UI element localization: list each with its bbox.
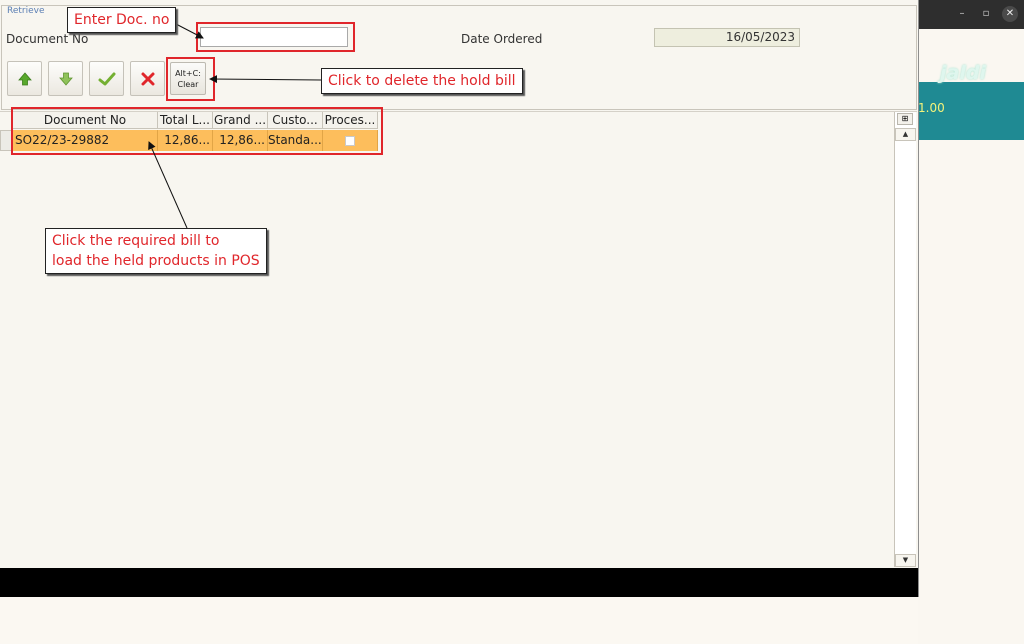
callout-enter-doc: Enter Doc. no: [67, 7, 177, 33]
annotation-arrows: [148, 23, 322, 229]
callout-click-bill-line2: load the held products in POS: [52, 253, 260, 269]
callout-click-bill-line1: Click the required bill to: [52, 233, 220, 249]
callout-click-bill: Click the required bill to load the held…: [45, 228, 267, 274]
callout-delete-hold: Click to delete the hold bill: [321, 68, 523, 94]
